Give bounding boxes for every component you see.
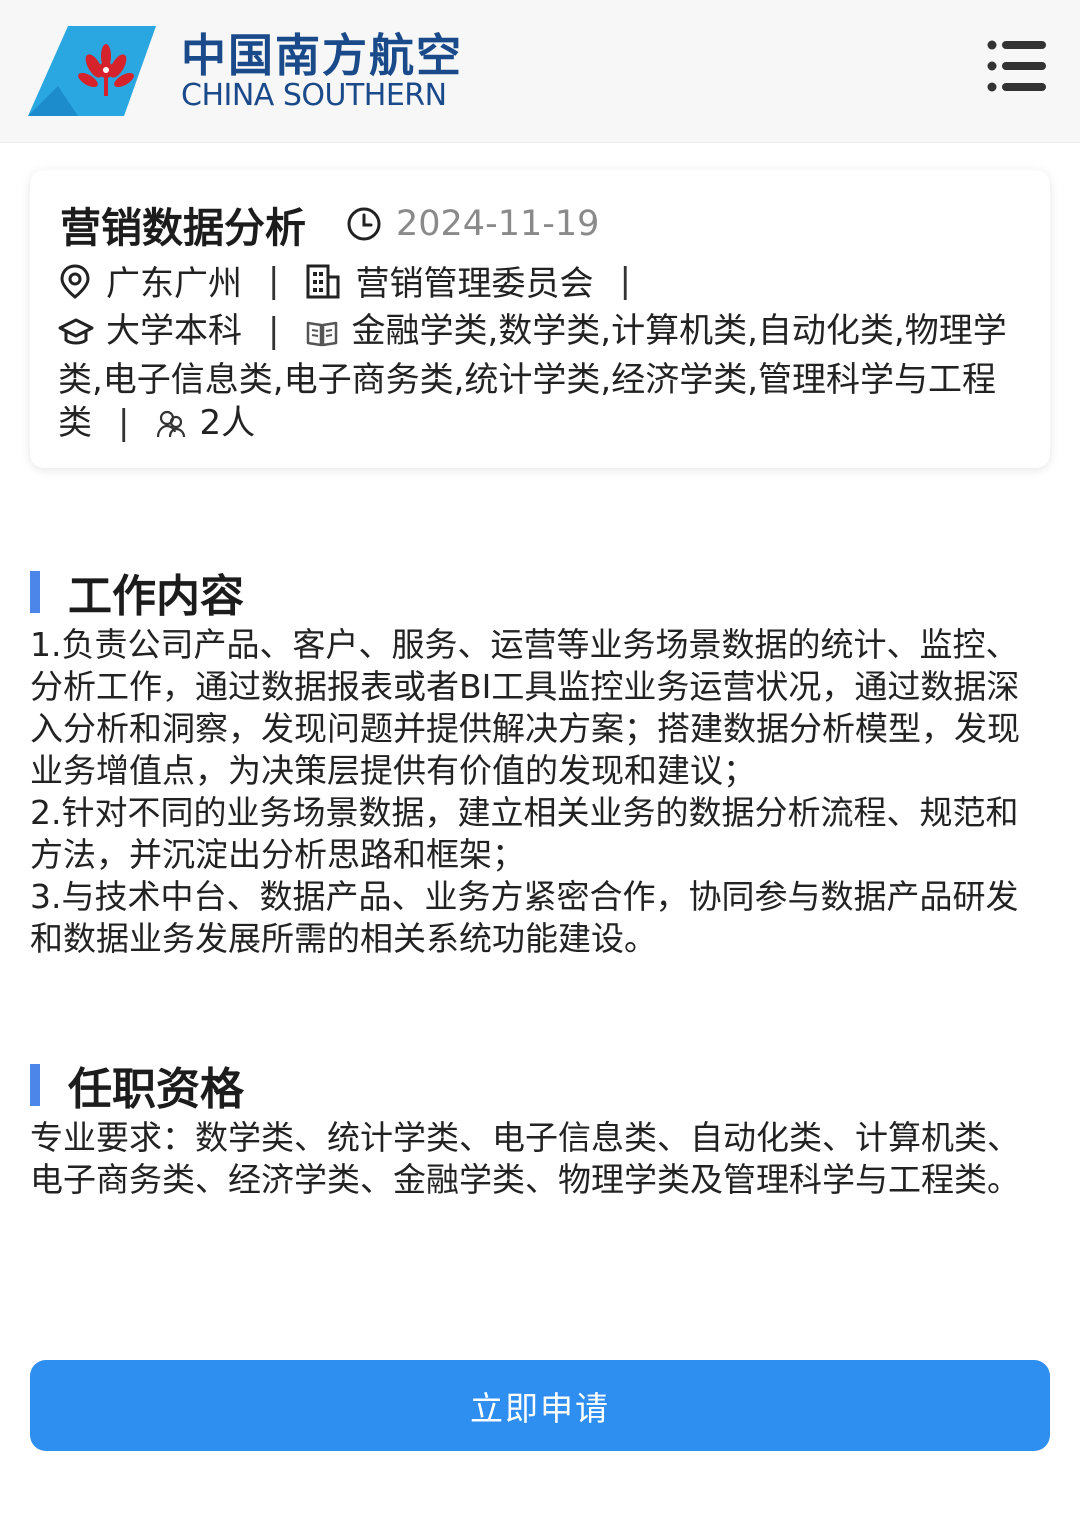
job-title: 营销数据分析 [60, 204, 306, 252]
building-icon [306, 264, 340, 298]
separator: | [268, 311, 280, 351]
section-accent-bar [30, 1064, 40, 1106]
location-value: 广东广州 [106, 264, 242, 304]
location-department-line: 广东广州 | 营销管理委员会 | [58, 256, 657, 305]
duties-title-text: 工作内容 [68, 571, 244, 622]
education-majors-block: 大学本科 | 金融学类,数学类,计算机类,自动化类,物理学类,电子信息类,电子商务类… [58, 310, 1028, 451]
apply-button[interactable]: 立即申请 [30, 1360, 1050, 1451]
menu-button[interactable] [980, 33, 1050, 99]
section-accent-bar [30, 571, 40, 613]
qualifications-section-title: 任职资格 [30, 1053, 244, 1117]
qualifications-text: 专业要求：数学类、统计学类、电子信息类、自动化类、计算机类、电子商务类、经济学类… [30, 1118, 1020, 1199]
menu-icon [987, 40, 1046, 92]
brand-name-cn: 中国南方航空 [181, 29, 464, 82]
department-value: 营销管理委员会 [355, 264, 594, 304]
qualifications-title-text: 任职资格 [68, 1064, 244, 1115]
separator: | [268, 260, 280, 301]
education-value: 大学本科 [106, 311, 242, 351]
brand-name-en: CHINA SOUTHERN [181, 78, 447, 113]
book-icon [305, 316, 339, 359]
china-southern-logo[interactable]: 中国南方航空 CHINA SOUTHERN [28, 26, 461, 118]
kapok-flower-logo-icon [28, 26, 156, 116]
headcount-value: 2人 [199, 403, 256, 443]
clock-icon [347, 207, 381, 241]
people-icon [155, 408, 187, 451]
separator: | [118, 403, 130, 443]
location-pin-icon [60, 263, 90, 299]
post-date-value: 2024-11-19 [396, 204, 600, 244]
duties-section-title: 工作内容 [30, 560, 244, 624]
job-summary-card: 营销数据分析 2024-11-19 广东广州 | 营销管理委员会 | 大学本科 |… [30, 170, 1050, 468]
job-title-row: 营销数据分析 2024-11-19 [60, 196, 599, 252]
post-date: 2024-11-19 [346, 204, 599, 244]
duties-text: 1.负责公司产品、客户、服务、运营等业务场景数据的统计、监控、分析工作，通过数据… [30, 625, 1020, 958]
app-header: 中国南方航空 CHINA SOUTHERN [0, 0, 1080, 143]
graduation-cap-icon [58, 316, 94, 359]
separator: | [619, 260, 631, 301]
